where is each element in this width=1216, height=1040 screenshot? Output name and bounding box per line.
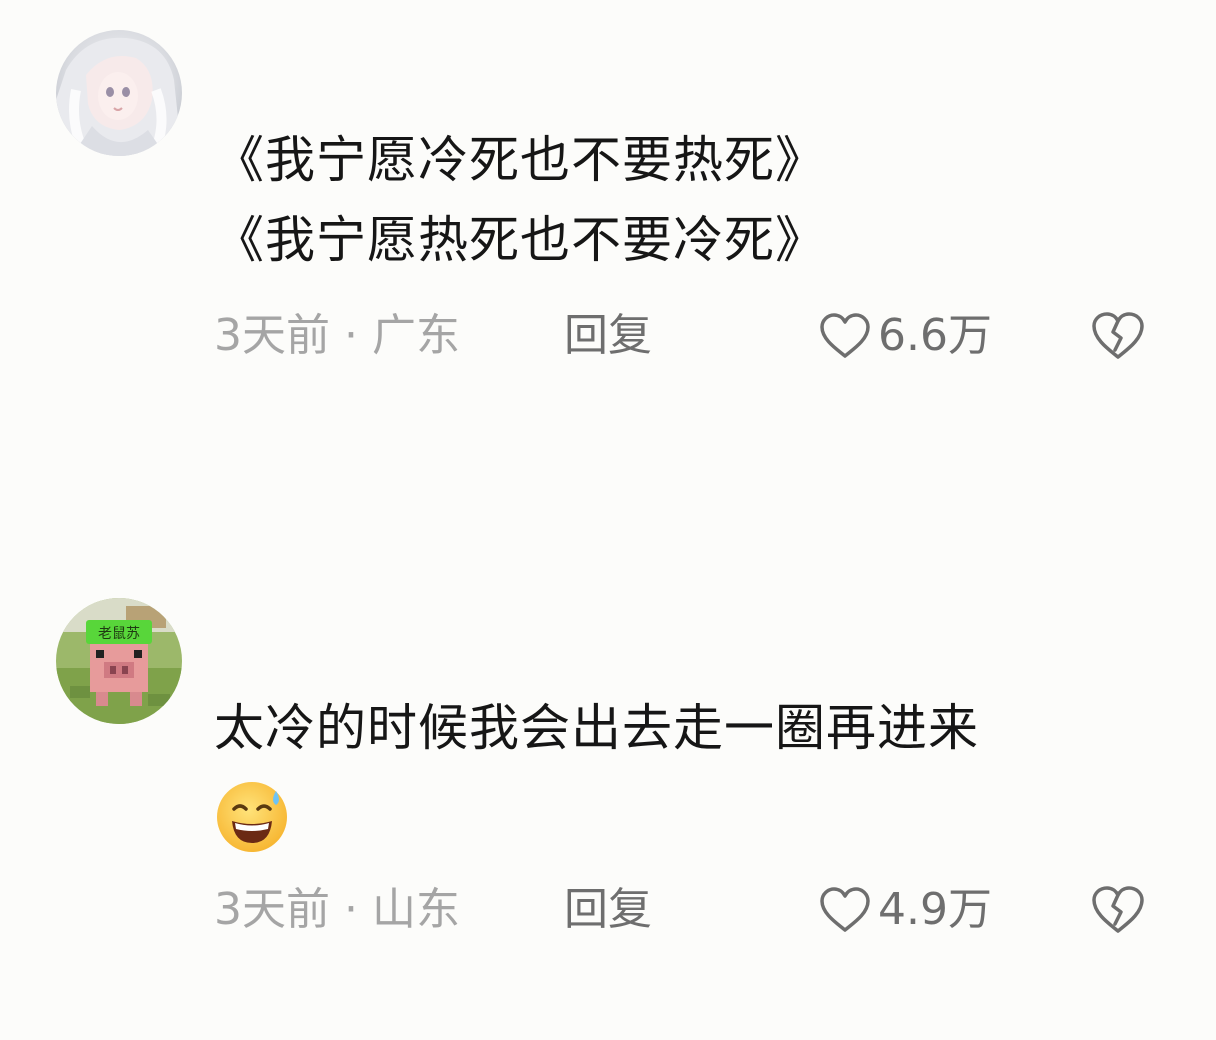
- dislike-button[interactable]: [1090, 310, 1146, 362]
- reply-button[interactable]: 回复: [564, 880, 652, 940]
- dislike-button[interactable]: [1090, 884, 1146, 936]
- comment-meta: 3天前 · 山东 回复 4.9万: [214, 880, 1156, 940]
- comment-line: 《我宁愿冷死也不要热死》: [214, 131, 826, 189]
- anime-girl-avatar-icon: [56, 30, 182, 156]
- like-count: 6.6万: [878, 310, 992, 361]
- comment-text: 《我宁愿冷死也不要热死》 《我宁愿热死也不要冷死》: [214, 120, 1156, 280]
- avatar[interactable]: [56, 30, 182, 156]
- meta-separator: ·: [344, 310, 358, 361]
- time-location: 3天前 · 山东: [214, 880, 460, 940]
- time-location: 3天前 · 广东: [214, 306, 460, 366]
- comment-meta: 3天前 · 广东 回复 6.6万: [214, 306, 1156, 366]
- meta-separator: ·: [344, 884, 358, 935]
- comment-time: 3天前: [214, 884, 330, 935]
- comment-line-emoji: [214, 768, 1156, 858]
- comment-location: 广东: [372, 310, 460, 361]
- heart-icon: [820, 313, 870, 358]
- like-button[interactable]: 4.9万: [818, 880, 992, 940]
- comment-time: 3天前: [214, 310, 330, 361]
- comment-line: 《我宁愿热死也不要冷死》: [214, 211, 826, 269]
- comment-text: 太冷的时候我会出去走一圈再进来: [214, 688, 1156, 858]
- like-button[interactable]: 6.6万: [818, 306, 992, 366]
- heart-icon: [820, 887, 870, 932]
- reply-button[interactable]: 回复: [564, 306, 652, 366]
- minecraft-pig-avatar-icon: 老鼠苏: [56, 598, 182, 724]
- broken-heart-icon: [1092, 312, 1144, 359]
- avatar-tag: 老鼠苏: [98, 626, 140, 642]
- comment-location: 山东: [372, 884, 460, 935]
- avatar[interactable]: 老鼠苏: [56, 598, 182, 724]
- grinning-sweat-emoji-icon: [217, 781, 287, 852]
- comment-line: 太冷的时候我会出去走一圈再进来: [214, 699, 979, 757]
- like-count: 4.9万: [878, 884, 992, 935]
- broken-heart-icon: [1092, 886, 1144, 933]
